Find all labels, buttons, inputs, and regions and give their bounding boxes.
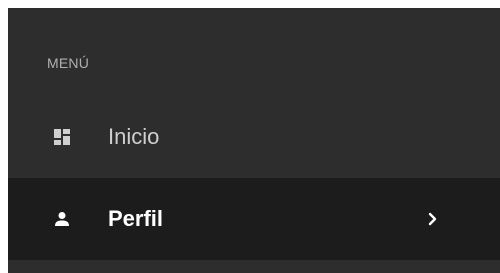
sidebar-menu: MENÚ Inicio Perfil <box>8 8 500 273</box>
sidebar-item-perfil[interactable]: Perfil <box>8 178 500 260</box>
menu-section-label: MENÚ <box>47 55 90 71</box>
chevron-right-icon[interactable] <box>428 212 438 226</box>
sidebar-item-label: Inicio <box>108 124 160 149</box>
dashboard-icon <box>54 129 70 145</box>
user-icon <box>54 211 70 227</box>
sidebar-item-label: Perfil <box>108 206 164 231</box>
sidebar-item-inicio[interactable]: Inicio <box>8 100 500 174</box>
